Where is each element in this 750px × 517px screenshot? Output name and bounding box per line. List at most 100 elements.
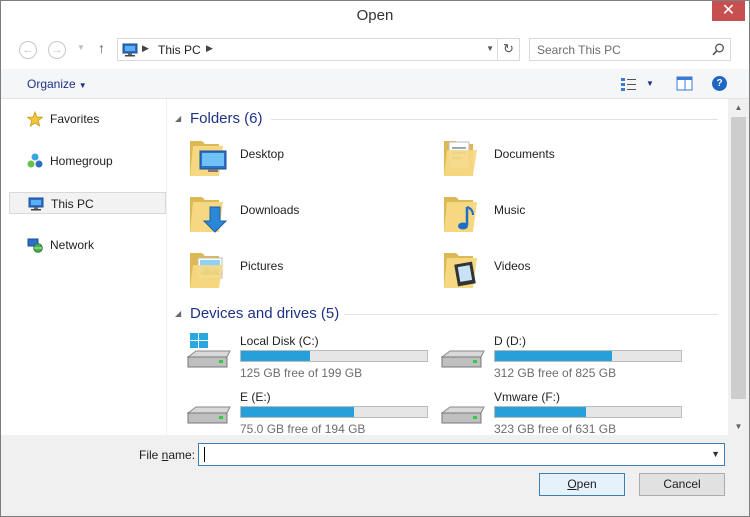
drive-c[interactable]: Local Disk (C:) 125 GB free of 199 GB [168, 331, 428, 383]
hard-drive-icon [440, 406, 485, 424]
drive-free-space: 75.0 GB free of 194 GB [240, 422, 366, 435]
refresh-icon: ↻ [503, 41, 514, 56]
drive-usage-bar [494, 406, 682, 418]
drive-e[interactable]: E (E:) 75.0 GB free of 194 GB [168, 387, 428, 435]
drive-usage-fill [241, 351, 310, 361]
file-name-label: File name: [139, 448, 195, 462]
folder-label: Videos [494, 259, 531, 273]
nav-item-favorites[interactable]: Favorites [9, 108, 166, 130]
drive-free-space: 312 GB free of 825 GB [494, 366, 617, 380]
scroll-down-arrow-icon[interactable]: ▼ [728, 418, 749, 435]
window-title: Open [356, 7, 394, 24]
breadcrumb-separator-icon[interactable]: ▶ [142, 43, 149, 54]
hard-drive-icon [186, 406, 231, 424]
drive-d[interactable]: D (D:) 312 GB free of 825 GB [422, 331, 682, 383]
folder-label: Music [494, 203, 526, 217]
drive-usage-fill [495, 407, 587, 417]
view-options-dropdown-icon[interactable]: ▼ [646, 79, 654, 88]
folder-pictures[interactable]: Pictures [168, 245, 408, 297]
breadcrumb-separator-icon[interactable]: ▶ [206, 43, 213, 54]
drive-usage-bar [240, 350, 428, 362]
computer-icon [122, 43, 138, 57]
address-row: ← → ▼ ↑ ▶ This PC ▶ ▼ ↻ [1, 31, 749, 69]
folder-downloads[interactable]: Downloads [168, 189, 408, 241]
button-accel: O [567, 477, 577, 491]
drive-name: E (E:) [240, 390, 271, 404]
nav-item-this-pc[interactable]: This PC [9, 192, 166, 214]
collapse-triangle-icon[interactable]: ◢ [175, 114, 181, 123]
drive-free-space: 323 GB free of 631 GB [494, 422, 617, 435]
hard-drive-icon [440, 350, 485, 368]
computer-icon [28, 197, 44, 211]
collapse-triangle-icon[interactable]: ◢ [175, 309, 181, 318]
change-view-icon[interactable] [619, 76, 639, 92]
open-dialog: Open ✕ ← → ▼ ↑ ▶ This PC ▶ ▼ ↻ Search Th… [0, 0, 750, 517]
button-label: pen [576, 477, 597, 491]
caret-down-icon: ▼ [78, 81, 87, 90]
arrow-up-icon: ↑ [98, 40, 105, 56]
navigation-pane: Favorites Homegroup This PC Network [1, 99, 167, 435]
organize-label: Organize [27, 77, 76, 91]
folder-documents[interactable]: Documents [422, 133, 662, 185]
folder-label: Downloads [240, 203, 300, 217]
drive-name: Local Disk (C:) [240, 334, 319, 348]
organize-menu-button[interactable]: Organize ▼ [27, 77, 87, 91]
nav-label: Homegroup [50, 154, 113, 168]
arrow-right-icon: → [51, 44, 63, 56]
folder-videos[interactable]: Videos [422, 245, 662, 297]
close-button[interactable]: ✕ [712, 1, 745, 21]
file-name-input[interactable] [203, 447, 693, 462]
label-part: ame: [168, 448, 196, 462]
address-bar[interactable]: ▶ This PC ▶ ▼ ↻ [117, 38, 520, 61]
search-icon [712, 43, 724, 56]
videos-folder-icon [444, 253, 477, 288]
divider [344, 314, 718, 315]
refresh-button[interactable]: ↻ [497, 39, 519, 60]
pictures-folder-icon [190, 253, 223, 288]
search-box[interactable] [529, 38, 731, 61]
folder-music[interactable]: Music [422, 189, 662, 241]
drive-free-space: 125 GB free of 199 GB [240, 366, 363, 380]
footer-panel: File name: ▼ Open Cancel [1, 435, 749, 516]
homegroup-icon [27, 153, 43, 168]
network-icon [27, 238, 43, 253]
scrollbar-thumb[interactable] [731, 117, 746, 399]
title-bar: Open ✕ [1, 1, 749, 31]
nav-label: This PC [51, 197, 94, 211]
chevron-down-icon[interactable]: ▼ [711, 449, 720, 459]
drive-f[interactable]: Vmware (F:) 323 GB free of 631 GB [422, 387, 682, 435]
nav-item-homegroup[interactable]: Homegroup [9, 150, 166, 172]
file-name-combobox[interactable]: ▼ [198, 443, 725, 466]
drive-usage-fill [495, 351, 613, 361]
music-folder-icon [444, 197, 477, 232]
nav-item-network[interactable]: Network [9, 234, 166, 256]
folder-label: Pictures [240, 259, 284, 273]
text-caret [204, 447, 205, 462]
back-button[interactable]: ← [19, 41, 37, 59]
recent-locations-dropdown-icon[interactable]: ▼ [77, 43, 85, 52]
vertical-scrollbar[interactable]: ▲ ▼ [728, 99, 749, 435]
folders-group-header[interactable]: ◢ Folders (6) [168, 109, 718, 129]
divider [271, 119, 718, 120]
open-button[interactable]: Open [539, 473, 625, 496]
up-button[interactable]: ↑ [98, 40, 105, 56]
command-bar: Organize ▼ ▼ ? [1, 69, 749, 99]
forward-button[interactable]: → [48, 41, 66, 59]
folder-desktop[interactable]: Desktop [168, 133, 408, 185]
drive-name: D (D:) [494, 334, 526, 348]
drive-usage-bar [240, 406, 428, 418]
search-input[interactable] [537, 42, 707, 57]
documents-folder-icon [444, 141, 477, 176]
nav-label: Favorites [50, 112, 100, 126]
preview-pane-icon[interactable] [676, 76, 693, 92]
scroll-up-arrow-icon[interactable]: ▲ [728, 99, 749, 116]
desktop-folder-icon [190, 141, 227, 176]
downloads-folder-icon [190, 197, 228, 233]
cancel-button[interactable]: Cancel [639, 473, 725, 496]
drives-group-header[interactable]: ◢ Devices and drives (5) [168, 304, 718, 324]
help-icon[interactable]: ? [712, 76, 727, 91]
breadcrumb-this-pc[interactable]: This PC [158, 43, 201, 57]
address-dropdown-icon[interactable]: ▼ [486, 44, 494, 53]
content-pane: ◢ Folders (6) Desktop Documents Download… [168, 99, 728, 435]
drive-usage-fill [241, 407, 355, 417]
